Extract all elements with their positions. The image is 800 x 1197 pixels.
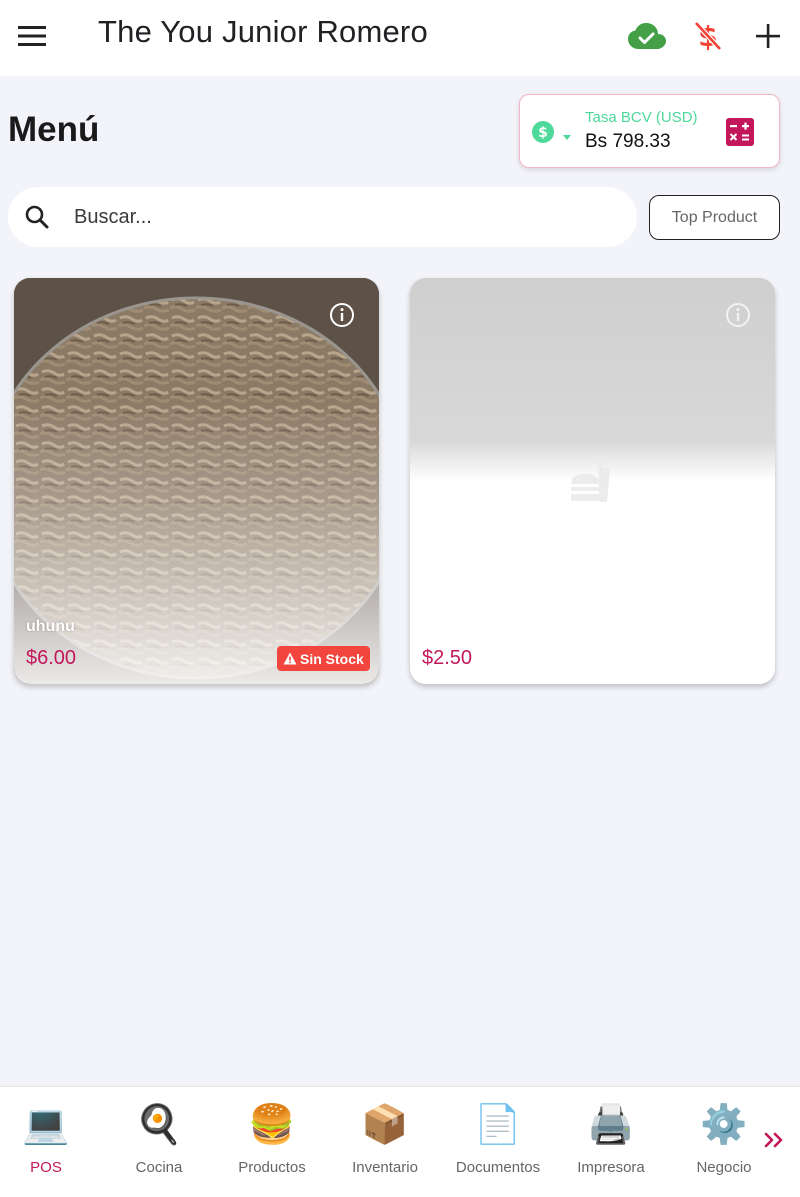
app-title: The You Junior Romero	[98, 14, 428, 49]
nav-item-cocina[interactable]: 🍳 Cocina	[104, 1087, 214, 1187]
money-off-icon[interactable]: $	[688, 16, 728, 56]
exchange-rate-card[interactable]: $ Tasa BCV (USD) Bs 798.33	[519, 94, 780, 168]
nav-label: POS	[30, 1159, 62, 1176]
product-card[interactable]: uhunu $6.00 Sin Stock	[14, 278, 379, 684]
search-bar	[8, 187, 637, 247]
stock-badge-label: Sin Stock	[300, 650, 364, 667]
app-bar: The You Junior Romero $	[0, 0, 800, 76]
plus-icon[interactable]	[748, 16, 788, 56]
product-name: uhunu	[26, 618, 75, 635]
nav-item-documentos[interactable]: 📄 Documentos	[443, 1087, 553, 1187]
document-icon: 📄	[474, 1104, 522, 1146]
nav-label: Inventario	[352, 1159, 418, 1176]
nav-item-pos[interactable]: 💻 POS	[0, 1087, 101, 1187]
rate-value: Bs 798.33	[585, 131, 671, 152]
fastfood-placeholder-icon	[568, 458, 616, 506]
dropdown-caret-icon[interactable]	[562, 129, 572, 140]
warning-icon	[283, 652, 297, 665]
currency-coin-icon[interactable]: $	[532, 121, 554, 143]
nav-label: Impresora	[577, 1159, 645, 1176]
hamburger-menu-icon[interactable]	[14, 18, 50, 54]
product-card[interactable]: $2.50	[410, 278, 775, 684]
cloud-done-icon[interactable]	[627, 16, 667, 56]
burger-icon: 🍔	[248, 1104, 296, 1146]
info-icon[interactable]	[725, 302, 751, 328]
nav-label: Negocio	[696, 1159, 752, 1176]
calculator-icon[interactable]	[725, 117, 755, 147]
nav-item-productos[interactable]: 🍔 Productos	[217, 1087, 327, 1187]
product-price: $6.00	[26, 647, 77, 669]
search-input[interactable]	[68, 199, 608, 235]
printer-icon: 🖨️	[587, 1104, 635, 1146]
nav-label: Productos	[238, 1159, 306, 1176]
search-icon[interactable]	[24, 204, 50, 230]
laptop-icon: 💻	[22, 1104, 70, 1146]
info-icon[interactable]	[329, 302, 355, 328]
top-product-filter-button[interactable]: Top Product	[649, 195, 780, 240]
frying-pan-icon: 🍳	[135, 1104, 183, 1146]
rate-label: Tasa BCV (USD)	[585, 109, 698, 126]
out-of-stock-badge: Sin Stock	[277, 646, 370, 671]
nav-item-impresora[interactable]: 🖨️ Impresora	[556, 1087, 666, 1187]
nav-label: Cocina	[135, 1159, 183, 1176]
package-icon: 📦	[361, 1104, 409, 1146]
nav-label: Documentos	[455, 1159, 541, 1176]
bottom-navigation: 💻 POS 🍳 Cocina 🍔 Productos 📦 Inventario …	[0, 1086, 800, 1197]
product-price: $2.50	[422, 647, 473, 669]
nav-item-inventario[interactable]: 📦 Inventario	[330, 1087, 440, 1187]
svg-text:$: $	[538, 125, 548, 141]
page-title: Menú	[8, 110, 100, 149]
double-chevron-right-icon[interactable]	[760, 1125, 790, 1155]
